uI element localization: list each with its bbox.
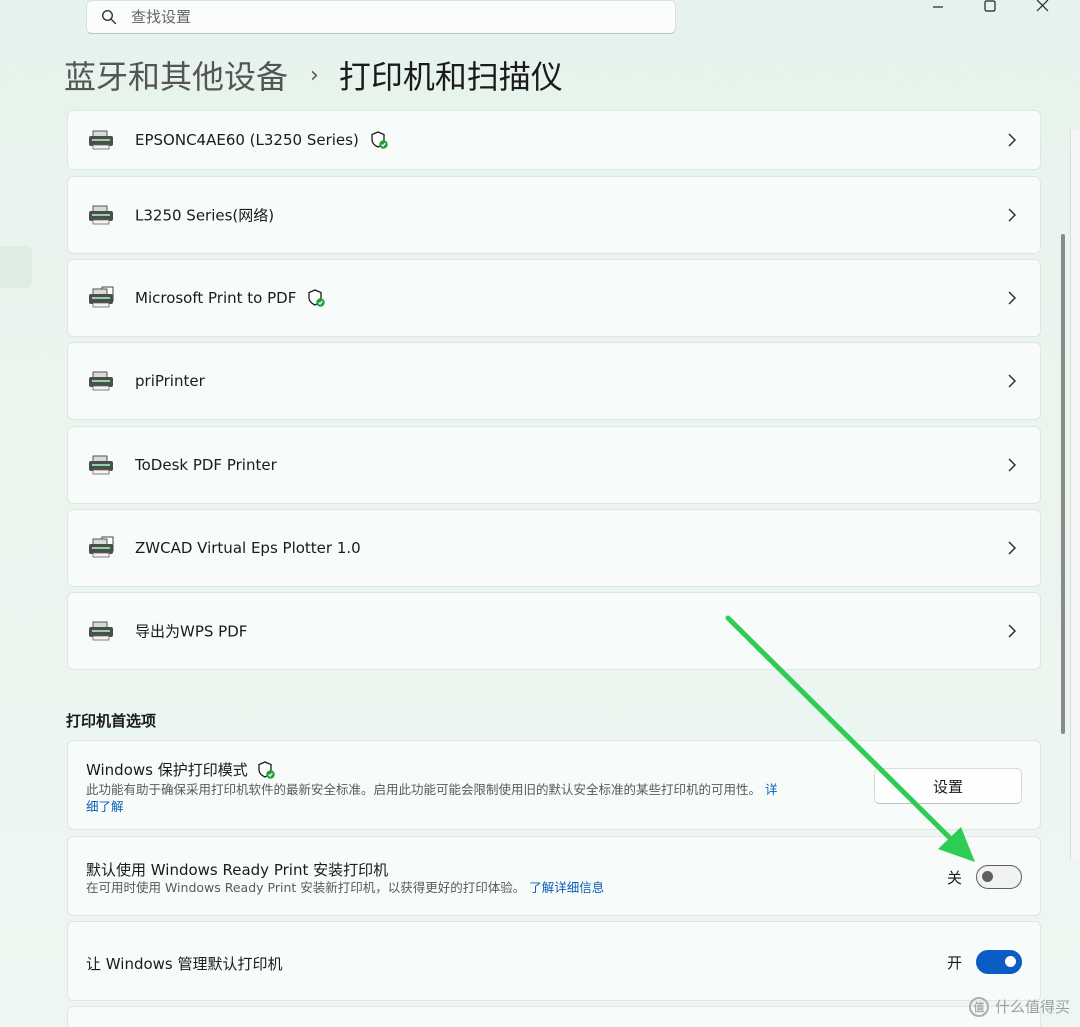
learn-more-link-protected-part1[interactable]: 详: [765, 782, 778, 797]
search-box[interactable]: [86, 0, 676, 34]
printer-name: priPrinter: [135, 372, 205, 390]
printer-icon: [89, 286, 114, 308]
chevron-right-icon: [1008, 541, 1017, 555]
printer-item[interactable]: priPrinter: [67, 342, 1041, 420]
printer-item[interactable]: ToDesk PDF Printer: [67, 426, 1041, 504]
manage-default-printer-card: 让 Windows 管理默认打印机 开: [67, 921, 1041, 1001]
section-title-printer-preferences: 打印机首选项: [66, 712, 157, 730]
ready-print-title: 默认使用 Windows Ready Print 安装打印机: [86, 861, 389, 879]
chevron-right-icon: [1008, 291, 1017, 305]
shield-check-icon: [308, 289, 326, 307]
printer-item[interactable]: L3250 Series(网络): [67, 176, 1041, 254]
shield-check-icon: [371, 131, 388, 149]
printer-name: Microsoft Print to PDF: [135, 289, 297, 307]
watermark-logo-icon: 值: [968, 996, 989, 1017]
printer-name: ToDesk PDF Printer: [135, 456, 277, 474]
sidebar-selection-hint: [0, 246, 32, 288]
adjacent-window-edge: [1070, 130, 1080, 860]
protected-print-mode-desc: 此功能有助于确保采用打印机软件的最新安全标准。启用此功能可能会限制使用旧的默认安…: [86, 781, 856, 815]
toggle-knob: [982, 871, 993, 882]
ready-print-card: 默认使用 Windows Ready Print 安装打印机 在可用时使用 Wi…: [67, 836, 1041, 916]
printer-icon: [89, 536, 114, 558]
scrollbar-thumb[interactable]: [1061, 234, 1065, 734]
close-button[interactable]: [1022, 0, 1062, 14]
minimize-button[interactable]: [918, 0, 958, 14]
protected-print-mode-desc-text: 此功能有助于确保采用打印机软件的最新安全标准。启用此功能可能会限制使用旧的默认安…: [86, 782, 762, 797]
minimize-icon: [933, 6, 943, 8]
maximize-button[interactable]: [970, 0, 1010, 14]
printer-icon: [89, 130, 113, 150]
breadcrumb-separator: ›: [310, 62, 319, 88]
next-setting-card-partial: [67, 1006, 1041, 1027]
printer-icon: [89, 455, 113, 475]
chevron-right-icon: [1008, 374, 1017, 388]
printer-name: EPSONC4AE60 (L3250 Series): [135, 131, 359, 149]
protected-print-mode-card: Windows 保护打印模式 此功能有助于确保采用打印机软件的最新安全标准。启用…: [67, 740, 1041, 830]
toggle-knob: [1005, 956, 1016, 967]
ready-print-toggle-label: 关: [946, 868, 962, 887]
printer-item[interactable]: EPSONC4AE60 (L3250 Series): [67, 110, 1041, 170]
printer-item[interactable]: Microsoft Print to PDF: [67, 259, 1041, 337]
protected-mode-settings-button[interactable]: 设置: [874, 768, 1022, 804]
printer-icon: [89, 371, 113, 391]
ready-print-toggle[interactable]: [976, 865, 1022, 889]
printer-icon: [89, 621, 113, 641]
printer-item[interactable]: ZWCAD Virtual Eps Plotter 1.0: [67, 509, 1041, 587]
chevron-right-icon: [1008, 208, 1017, 222]
printer-item[interactable]: 导出为WPS PDF: [67, 592, 1041, 670]
shield-check-icon: [258, 760, 275, 779]
close-icon: [1036, 0, 1049, 12]
ready-print-desc-text: 在可用时使用 Windows Ready Print 安装新打印机，以获得更好的…: [86, 880, 526, 895]
printer-name: ZWCAD Virtual Eps Plotter 1.0: [135, 539, 361, 557]
breadcrumb-parent[interactable]: 蓝牙和其他设备: [64, 52, 288, 98]
ready-print-desc: 在可用时使用 Windows Ready Print 安装新打印机，以获得更好的…: [86, 879, 604, 896]
search-icon: [101, 9, 117, 25]
printer-name: L3250 Series(网络): [135, 206, 275, 225]
learn-more-link-protected-part2[interactable]: 细了解: [86, 799, 124, 814]
printer-icon: [89, 205, 113, 225]
learn-more-link-ready-print[interactable]: 了解详细信息: [529, 880, 604, 895]
manage-default-printer-toggle[interactable]: [976, 950, 1022, 974]
chevron-right-icon: [1008, 458, 1017, 472]
manage-default-printer-title: 让 Windows 管理默认打印机: [86, 955, 283, 973]
chevron-right-icon: [1008, 624, 1017, 638]
manage-default-toggle-label: 开: [946, 953, 962, 972]
search-input[interactable]: [131, 8, 651, 26]
page-title: 打印机和扫描仪: [338, 58, 563, 96]
breadcrumb: 蓝牙和其他设备 › 打印机和扫描仪: [64, 52, 563, 98]
watermark: 值 什么值得买: [968, 996, 1070, 1017]
chevron-right-icon: [1008, 133, 1017, 147]
maximize-icon: [984, 0, 996, 12]
printer-name: 导出为WPS PDF: [135, 622, 248, 641]
watermark-text: 什么值得买: [994, 998, 1070, 1016]
protected-print-mode-title: Windows 保护打印模式: [86, 761, 248, 779]
